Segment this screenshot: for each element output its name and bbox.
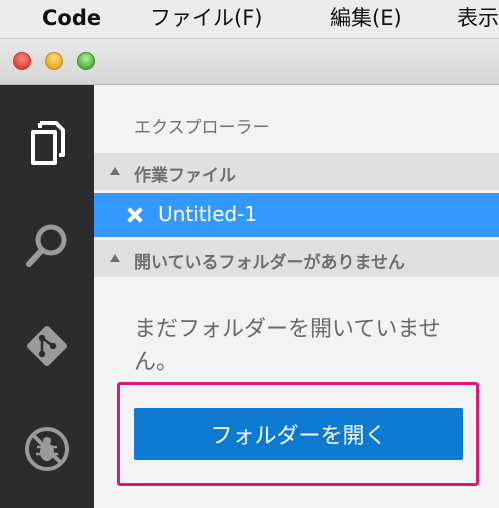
- working-files-label: 作業ファイル: [134, 166, 236, 186]
- no-folder-message: まだフォルダーを開いていません。: [134, 317, 441, 375]
- working-files-header[interactable]: 作業ファイル: [94, 153, 499, 190]
- zoom-window-button[interactable]: [77, 52, 95, 70]
- close-file-icon[interactable]: [127, 207, 143, 223]
- menu-bar: Code ファイル(F) 編集(E) 表示: [0, 0, 499, 39]
- open-folder-button[interactable]: フォルダーを開く: [134, 408, 463, 460]
- collapse-triangle-icon: [110, 254, 120, 262]
- working-file-name: Untitled-1: [158, 202, 258, 226]
- no-folder-header[interactable]: 開いているフォルダーがありません: [94, 240, 499, 277]
- explorer-sidebar: エクスプローラー 作業ファイル Untitled-1 開いているフォルダーがあり…: [94, 85, 499, 508]
- menu-edit[interactable]: 編集(E): [330, 4, 402, 32]
- activity-bar: [0, 85, 94, 508]
- no-folder-label: 開いているフォルダーがありません: [134, 253, 405, 273]
- window-title-bar: [0, 39, 499, 85]
- working-file-item[interactable]: Untitled-1: [94, 193, 499, 237]
- git-icon[interactable]: [17, 316, 77, 376]
- debug-icon[interactable]: [17, 419, 77, 479]
- minimize-window-button[interactable]: [45, 52, 63, 70]
- explorer-title: エクスプローラー: [134, 118, 270, 138]
- collapse-triangle-icon: [110, 167, 120, 175]
- menu-app-name[interactable]: Code: [42, 4, 101, 32]
- explorer-icon[interactable]: [17, 113, 77, 173]
- close-window-button[interactable]: [13, 52, 31, 70]
- menu-file[interactable]: ファイル(F): [150, 4, 262, 32]
- search-icon[interactable]: [17, 216, 77, 276]
- menu-view[interactable]: 表示: [457, 4, 499, 32]
